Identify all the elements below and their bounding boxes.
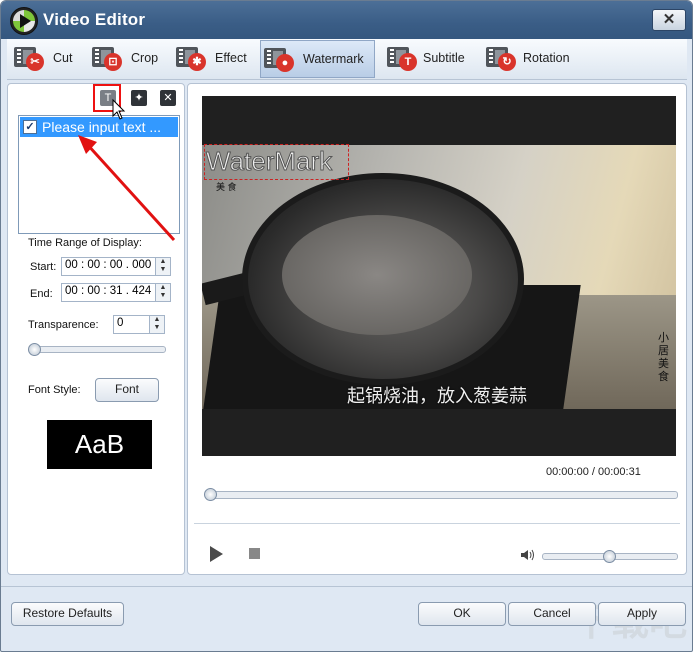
delete-watermark-icon[interactable]: ✕ <box>160 90 176 106</box>
video-brand-text: 小居美食 <box>658 332 669 383</box>
ok-button[interactable]: OK <box>418 602 506 626</box>
time-display: 00:00:00 / 00:00:31 <box>546 466 641 478</box>
watermark-overlay-sub: 美 食 <box>216 182 237 192</box>
video-frame <box>202 145 676 409</box>
seek-knob[interactable] <box>204 488 217 501</box>
close-button[interactable]: ✕ <box>652 9 686 31</box>
volume-icon[interactable] <box>521 549 535 561</box>
tab-cut[interactable]: ✂ Cut <box>11 40 81 76</box>
tab-rotation-label: Rotation <box>523 51 570 65</box>
start-time-value: 00 : 00 : 00 . 000 <box>65 259 152 271</box>
annotation-highlight-box <box>93 84 121 112</box>
transparence-label: Transparence: <box>28 319 99 331</box>
tab-watermark[interactable]: ● Watermark <box>260 40 375 78</box>
tab-watermark-label: Watermark <box>303 52 364 66</box>
restore-defaults-button[interactable]: Restore Defaults <box>11 602 124 626</box>
volume-slider-knob[interactable] <box>602 550 616 563</box>
end-time-value: 00 : 00 : 31 . 424 <box>65 285 152 297</box>
end-label: End: <box>30 288 53 300</box>
crop-icon: ⊡ <box>92 45 126 71</box>
effect-icon: ✱ <box>176 45 210 71</box>
watermark-settings-panel: T ✦ ✕ ✓ Please input text ... Time Range… <box>7 83 185 575</box>
end-time-field[interactable]: 00 : 00 : 31 . 424 ▲ ▼ <box>61 283 171 302</box>
watermark-list-item[interactable]: ✓ Please input text ... <box>20 117 178 137</box>
current-time: 00:00:00 <box>546 466 589 478</box>
start-label: Start: <box>30 261 57 273</box>
tab-subtitle-label: Subtitle <box>423 51 465 65</box>
cancel-button[interactable]: Cancel <box>508 602 596 626</box>
start-time-stepper[interactable]: ▲ ▼ <box>155 258 170 275</box>
end-time-stepper[interactable]: ▲ ▼ <box>155 284 170 301</box>
tab-cut-label: Cut <box>53 51 73 65</box>
subtitle-icon: T <box>387 45 421 71</box>
watermark-list: ✓ Please input text ... <box>18 115 180 234</box>
rotation-icon: ↻ <box>486 45 520 71</box>
add-image-watermark-icon[interactable]: ✦ <box>131 90 147 106</box>
video-subtitle: 起锅烧油，放入葱姜蒜 <box>347 386 527 406</box>
tab-subtitle[interactable]: T Subtitle <box>384 40 469 76</box>
watermark-item-checkbox[interactable]: ✓ <box>23 120 37 134</box>
start-time-field[interactable]: 00 : 00 : 00 . 000 ▲ ▼ <box>61 257 171 276</box>
transparence-field[interactable]: 0 ▲ ▼ <box>113 315 165 334</box>
watermark-icon: ● <box>264 46 298 72</box>
video-preview-panel: WaterMark 美 食 起锅烧油，放入葱姜蒜 小居美食 00:00:00 /… <box>187 83 687 575</box>
tab-effect[interactable]: ✱ Effect <box>173 40 253 76</box>
transparence-stepper[interactable]: ▲ ▼ <box>149 316 164 333</box>
footer-separator <box>1 586 692 587</box>
time-range-label: Time Range of Display: <box>28 237 142 249</box>
watermark-item-label: Please input text ... <box>42 119 162 135</box>
window-title: Video Editor <box>43 10 146 29</box>
tab-crop[interactable]: ⊡ Crop <box>89 40 165 76</box>
tab-effect-label: Effect <box>215 51 247 65</box>
watermark-overlay-text[interactable]: WaterMark <box>205 146 332 177</box>
transparence-slider-knob[interactable] <box>28 343 41 356</box>
controls-divider <box>194 523 680 524</box>
apply-button[interactable]: Apply <box>598 602 686 626</box>
tab-bar: ✂ Cut ⊡ Crop ✱ Effect ● Watermark T Subt… <box>7 39 687 80</box>
play-icon[interactable] <box>210 546 223 562</box>
font-style-label: Font Style: <box>28 384 81 396</box>
total-time: 00:00:31 <box>598 466 641 478</box>
tab-rotation[interactable]: ↻ Rotation <box>483 40 579 76</box>
app-logo-icon <box>10 7 38 35</box>
seek-bar[interactable] <box>206 491 678 499</box>
transparence-value: 0 <box>117 317 124 329</box>
video-preview: WaterMark 美 食 起锅烧油，放入葱姜蒜 小居美食 <box>202 96 676 456</box>
close-icon: ✕ <box>662 11 676 28</box>
scissors-icon: ✂ <box>14 45 48 71</box>
font-button[interactable]: Font <box>95 378 159 402</box>
title-bar: Video Editor ✕ <box>1 1 692 39</box>
stop-icon[interactable] <box>249 548 260 559</box>
time-separator: / <box>591 466 595 478</box>
font-preview: AaB <box>47 420 152 469</box>
tab-crop-label: Crop <box>131 51 159 65</box>
transparence-slider[interactable] <box>30 346 166 353</box>
